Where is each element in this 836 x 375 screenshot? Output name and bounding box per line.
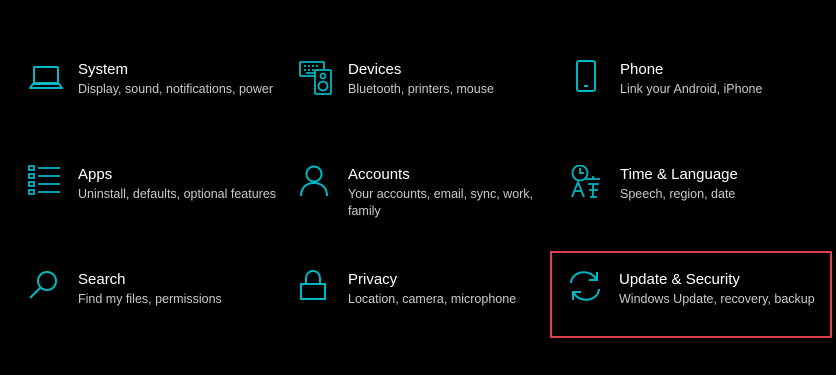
tile-description: Speech, region, date xyxy=(620,187,736,201)
tile-description: Display, sound, notifications, power xyxy=(78,82,274,96)
lock-icon xyxy=(298,270,334,306)
tile-update-security[interactable]: Update & Security Windows Update, recove… xyxy=(567,270,827,360)
search-icon xyxy=(28,270,64,306)
tile-title: Devices xyxy=(348,61,402,78)
tile-privacy[interactable]: Privacy Location, camera, microphone xyxy=(298,270,558,360)
tile-description: Your accounts, email, sync, work, family xyxy=(348,187,534,218)
apps-list-icon xyxy=(28,165,64,201)
tile-accounts[interactable]: Accounts Your accounts, email, sync, wor… xyxy=(298,165,558,255)
tile-devices[interactable]: Devices Bluetooth, printers, mouse xyxy=(298,60,558,150)
tile-title: Search xyxy=(78,271,126,288)
tile-description: Link your Android, iPhone xyxy=(620,82,763,96)
tile-apps[interactable]: Apps Uninstall, defaults, optional featu… xyxy=(28,165,288,255)
person-icon xyxy=(298,165,334,201)
tile-title: Privacy xyxy=(348,271,398,288)
tile-phone[interactable]: Phone Link your Android, iPhone xyxy=(570,60,830,150)
tile-search[interactable]: Search Find my files, permissions xyxy=(28,270,288,360)
tile-title: Update & Security xyxy=(619,271,740,288)
tile-title: Accounts xyxy=(348,166,410,183)
phone-icon xyxy=(570,60,606,96)
tile-title: Apps xyxy=(78,166,113,183)
tile-description: Find my files, permissions xyxy=(78,292,222,306)
tile-description: Uninstall, defaults, optional features xyxy=(78,187,277,201)
tile-description: Windows Update, recovery, backup xyxy=(619,292,815,306)
tile-description: Location, camera, microphone xyxy=(348,292,517,306)
tile-time-language[interactable]: Time & Language Speech, region, date xyxy=(570,165,830,255)
sync-icon xyxy=(567,270,603,306)
tile-title: System xyxy=(78,61,129,78)
time-language-icon xyxy=(570,165,606,201)
tile-title: Phone xyxy=(620,61,664,78)
devices-icon xyxy=(298,60,334,96)
laptop-icon xyxy=(28,60,64,96)
tile-system[interactable]: System Display, sound, notifications, po… xyxy=(28,60,288,150)
tile-description: Bluetooth, printers, mouse xyxy=(348,82,494,96)
tile-title: Time & Language xyxy=(620,166,738,183)
